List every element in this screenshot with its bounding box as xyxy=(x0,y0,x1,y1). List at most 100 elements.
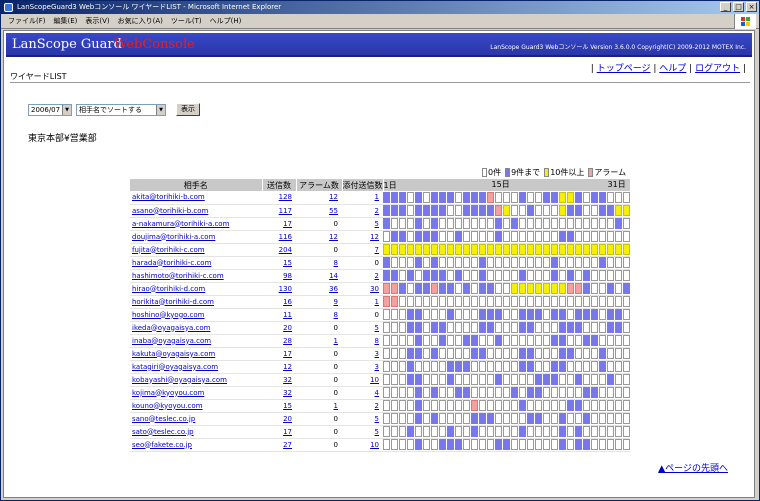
sent-count-link[interactable]: 20 xyxy=(283,324,292,332)
recipient-link[interactable]: hoshino@kyogo.com xyxy=(132,311,204,319)
recipient-link[interactable]: kouno@kyoyou.com xyxy=(132,402,203,410)
attach-count[interactable]: 7 xyxy=(375,246,379,254)
recipient-link[interactable]: inaba@oyagaisya.com xyxy=(132,337,211,345)
link-page-top[interactable]: ▲ページの先頭へ xyxy=(658,464,728,474)
cell-calendar xyxy=(383,308,630,322)
sent-count-link[interactable]: 17 xyxy=(283,428,292,436)
link-help[interactable]: ヘルプ xyxy=(659,64,686,74)
day-cell xyxy=(527,361,534,372)
attach-count[interactable]: 1 xyxy=(375,298,379,306)
sent-count-link[interactable]: 12 xyxy=(283,363,292,371)
attach-count[interactable]: 1 xyxy=(375,193,379,201)
cell-alarm: 8 xyxy=(296,256,342,270)
month-select[interactable]: 2006/07 ▼ xyxy=(28,103,72,116)
attach-count[interactable]: 5 xyxy=(375,220,379,228)
show-button[interactable]: 表示 xyxy=(176,103,200,116)
attach-count[interactable]: 2 xyxy=(375,272,379,280)
day-cell xyxy=(487,205,494,216)
day-cell xyxy=(455,257,462,268)
menu-edit[interactable]: 編集(E) xyxy=(53,15,79,27)
recipient-link[interactable]: asano@torihiki-b.com xyxy=(132,207,208,215)
attach-count[interactable]: 5 xyxy=(375,415,379,423)
link-logout[interactable]: ログアウト xyxy=(695,64,740,74)
sent-count-link[interactable]: 17 xyxy=(283,220,292,228)
day-cell xyxy=(559,191,566,203)
day-cell xyxy=(527,270,534,281)
day-cell xyxy=(575,283,582,294)
attach-count[interactable]: 3 xyxy=(375,363,379,371)
alarm-count[interactable]: 1 xyxy=(334,337,338,345)
attach-count[interactable]: 3 xyxy=(375,350,379,358)
recipient-link[interactable]: seo@fakete.co.jp xyxy=(132,441,192,449)
recipient-link[interactable]: kobayashi@oyagaisya.com xyxy=(132,376,227,384)
attach-count[interactable]: 2 xyxy=(375,402,379,410)
attach-count[interactable]: 2 xyxy=(375,207,379,215)
attach-count[interactable]: 4 xyxy=(375,389,379,397)
alarm-count[interactable]: 12 xyxy=(329,233,338,241)
recipient-link[interactable]: horikita@torihiki-d.com xyxy=(132,298,214,306)
day-cell xyxy=(559,231,566,242)
sent-count-link[interactable]: 11 xyxy=(283,311,292,319)
minimize-button[interactable]: _ xyxy=(720,2,731,12)
sent-count-link[interactable]: 128 xyxy=(279,193,292,201)
alarm-count[interactable]: 1 xyxy=(334,402,338,410)
close-button[interactable]: × xyxy=(746,2,757,12)
maximize-button[interactable]: □ xyxy=(733,2,744,12)
menu-help[interactable]: ヘルプ(H) xyxy=(209,15,243,27)
link-top-page[interactable]: トップページ xyxy=(597,64,651,74)
recipient-link[interactable]: harada@torihiki-c.com xyxy=(132,259,211,267)
day-cell xyxy=(551,361,558,372)
day-cell xyxy=(535,335,542,346)
sent-count-link[interactable]: 27 xyxy=(283,441,292,449)
attach-count[interactable]: 12 xyxy=(370,233,379,241)
alarm-count[interactable]: 12 xyxy=(329,193,338,201)
alarm-count[interactable]: 8 xyxy=(334,311,338,319)
recipient-link[interactable]: sato@teslec.co.jp xyxy=(132,428,194,436)
sent-count-link[interactable]: 28 xyxy=(283,337,292,345)
alarm-count[interactable]: 8 xyxy=(334,259,338,267)
sent-count-link[interactable]: 116 xyxy=(279,233,292,241)
recipient-link[interactable]: sano@teslec.co.jp xyxy=(132,415,195,423)
menu-tools[interactable]: ツール(T) xyxy=(170,15,203,27)
day-cell xyxy=(383,335,390,346)
alarm-count[interactable]: 14 xyxy=(329,272,338,280)
sent-count-link[interactable]: 15 xyxy=(283,259,292,267)
day-label-1: 1日 xyxy=(383,180,397,190)
menu-favorites[interactable]: お気に入り(A) xyxy=(117,15,164,27)
attach-count[interactable]: 30 xyxy=(370,285,379,293)
recipient-link[interactable]: a-nakamura@torihiki-a.com xyxy=(132,220,229,228)
recipient-link[interactable]: ikeda@oyagaisya.com xyxy=(132,324,210,332)
alarm-count[interactable]: 36 xyxy=(329,285,338,293)
attach-count[interactable]: 5 xyxy=(375,428,379,436)
sent-count-link[interactable]: 20 xyxy=(283,415,292,423)
recipient-link[interactable]: doujima@torihiki-a.com xyxy=(132,233,215,241)
recipient-link[interactable]: akita@torihiki-b.com xyxy=(132,193,205,201)
attach-count[interactable]: 8 xyxy=(375,337,379,345)
sent-count-link[interactable]: 32 xyxy=(283,389,292,397)
sent-count-link[interactable]: 16 xyxy=(283,298,292,306)
sent-count-link[interactable]: 130 xyxy=(279,285,292,293)
recipient-link[interactable]: katagiri@oyagaisya.com xyxy=(132,363,218,371)
day-cell xyxy=(487,309,494,320)
recipient-link[interactable]: hashimoto@torihiki-c.com xyxy=(132,272,224,280)
recipient-link[interactable]: kakuta@oyagaisya.com xyxy=(132,350,215,358)
attach-count[interactable]: 10 xyxy=(370,441,379,449)
recipient-link[interactable]: fujita@torihiki-c.com xyxy=(132,246,205,254)
sent-count-link[interactable]: 98 xyxy=(283,272,292,280)
sent-count-link[interactable]: 17 xyxy=(283,350,292,358)
sent-count-link[interactable]: 117 xyxy=(279,207,292,215)
sent-count-link[interactable]: 32 xyxy=(283,376,292,384)
attach-count[interactable]: 5 xyxy=(375,324,379,332)
recipient-link[interactable]: kojima@kyoyou.com xyxy=(132,389,204,397)
cell-calendar xyxy=(383,282,630,296)
menu-file[interactable]: ファイル(F) xyxy=(7,15,47,27)
menu-view[interactable]: 表示(V) xyxy=(84,15,110,27)
sort-select[interactable]: 相手名でソートする ▼ xyxy=(76,103,166,116)
sent-count-link[interactable]: 204 xyxy=(279,246,292,254)
alarm-count[interactable]: 9 xyxy=(334,298,338,306)
attach-count[interactable]: 10 xyxy=(370,376,379,384)
alarm-count[interactable]: 55 xyxy=(329,207,338,215)
sent-count-link[interactable]: 15 xyxy=(283,402,292,410)
table-row: fujita@torihiki-c.com 204 0 7 xyxy=(130,243,630,257)
recipient-link[interactable]: hirao@torihiki-d.com xyxy=(132,285,205,293)
